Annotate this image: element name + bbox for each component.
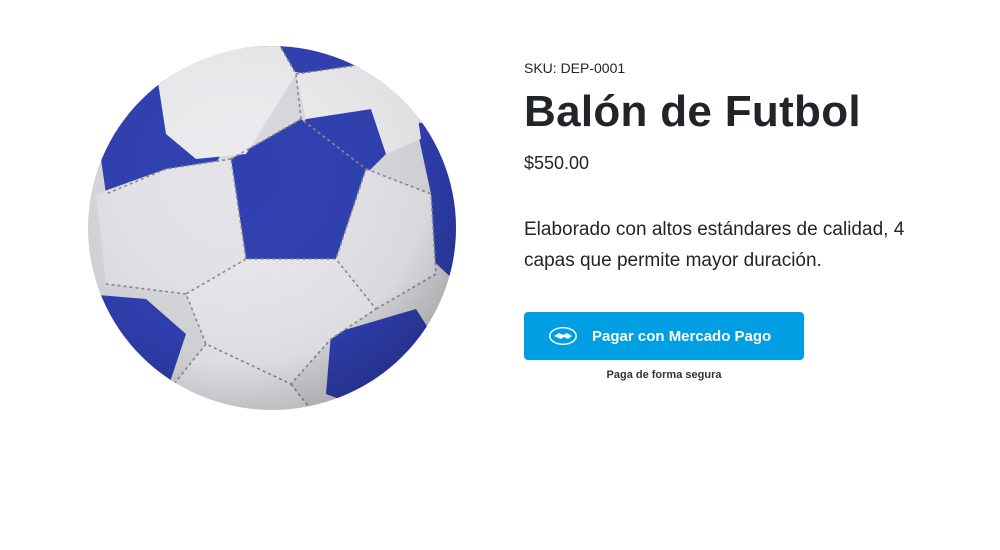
- product-image: [86, 44, 458, 412]
- product-price: $550.00: [524, 153, 590, 173]
- soccer-ball-icon: [88, 46, 456, 410]
- mercado-pago-button[interactable]: Pagar con Mercado Pago: [524, 312, 804, 360]
- product-description: Elaborado con altos estándares de calida…: [524, 219, 905, 271]
- mercado-pago-button-label: Pagar con Mercado Pago: [592, 327, 772, 345]
- product-info: SKU: DEP-0001 Balón de Futbol $550.00 El…: [524, 58, 944, 276]
- handshake-icon: [548, 326, 578, 346]
- secure-payment-note: Paga de forma segura: [606, 369, 722, 381]
- product-title: Balón de Futbol: [524, 87, 861, 136]
- product-sku: SKU: DEP-0001: [524, 60, 626, 76]
